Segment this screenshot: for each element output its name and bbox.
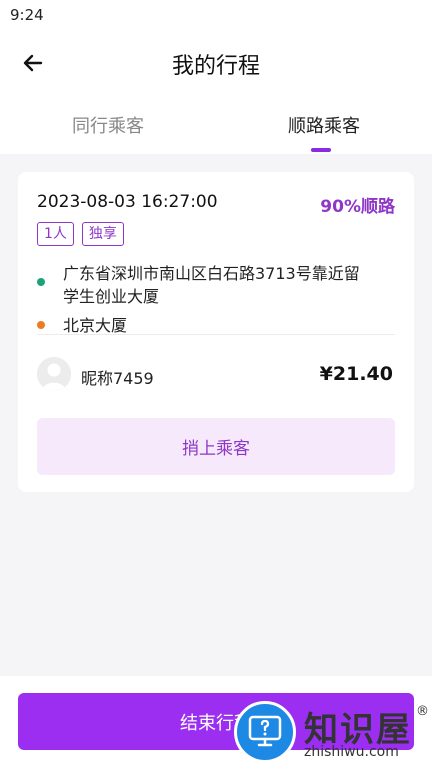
active-tab-indicator bbox=[311, 148, 331, 152]
trip-card[interactable]: 2023-08-03 16:27:00 90%顺路 1人 独享 广东省深圳市南山… bbox=[18, 172, 414, 492]
start-address-line2: 学生创业大厦 bbox=[63, 287, 160, 306]
default-avatar-icon bbox=[37, 357, 71, 391]
watermark-logo bbox=[234, 701, 296, 763]
tab-en-route-passengers[interactable]: 顺路乘客 bbox=[216, 112, 432, 138]
status-time: 9:24 bbox=[10, 6, 44, 24]
divider bbox=[37, 334, 395, 335]
trip-price: ¥21.40 bbox=[319, 363, 393, 385]
status-bar: 9:24 bbox=[0, 0, 432, 30]
tab-fellow-passengers[interactable]: 同行乘客 bbox=[0, 112, 216, 138]
passenger-nickname: 昵称7459 bbox=[81, 369, 154, 388]
page-title: 我的行程 bbox=[171, 54, 260, 79]
watermark-url: zhishiwu.com bbox=[304, 744, 399, 760]
monitor-question-icon bbox=[248, 715, 282, 747]
pickup-passenger-button[interactable]: 捎上乘客 bbox=[37, 418, 395, 475]
avatar[interactable] bbox=[37, 357, 71, 391]
registered-mark: ® bbox=[416, 704, 429, 719]
start-address: 广东省深圳市南山区白石路3713号靠近留 学生创业大厦 bbox=[63, 262, 360, 308]
trip-datetime: 2023-08-03 16:27:00 bbox=[37, 192, 218, 212]
start-point-dot bbox=[37, 278, 45, 286]
tab-bar: 同行乘客 顺路乘客 bbox=[0, 96, 432, 154]
site-watermark: 知识屋 ® zhishiwu.com bbox=[232, 700, 432, 768]
exclusive-badge: 独享 bbox=[81, 222, 124, 246]
route-match-percent: 90%顺路 bbox=[320, 197, 395, 217]
end-point-dot bbox=[37, 321, 45, 329]
header: 我的行程 bbox=[0, 30, 432, 96]
start-address-line1: 广东省深圳市南山区白石路3713号靠近留 bbox=[63, 264, 360, 283]
trip-badges: 1人 独享 bbox=[37, 222, 124, 246]
passenger-count-badge: 1人 bbox=[37, 222, 74, 246]
